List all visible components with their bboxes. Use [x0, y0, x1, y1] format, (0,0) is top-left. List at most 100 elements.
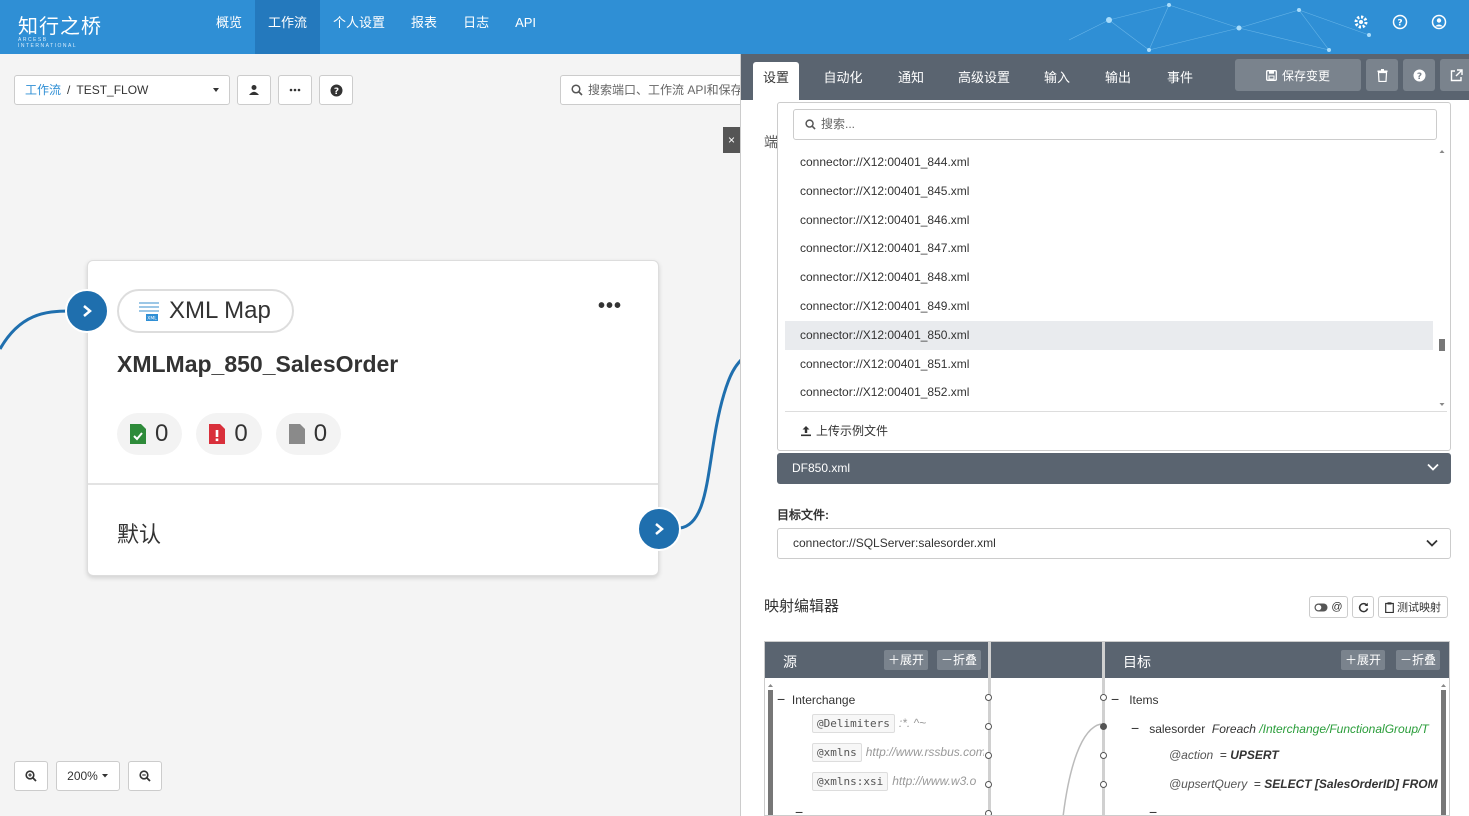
source-collapse-label: 折叠 [953, 653, 978, 667]
logo[interactable]: 知行之桥 ARCESB INTERNATIONAL [18, 10, 108, 49]
clipboard-icon [1385, 601, 1394, 613]
attr-name: @upsertQuery [1169, 777, 1248, 791]
source-node-interchange[interactable]: − Interchange [777, 691, 855, 707]
tab-settings[interactable]: 设置 [753, 62, 799, 100]
zoom-out-icon [139, 770, 151, 782]
dropdown-option[interactable]: connector://X12:00401_846.xml [785, 206, 1433, 235]
target-file-label: 目标文件: [777, 508, 829, 522]
upload-sample-button[interactable]: 上传示例文件 [800, 422, 888, 439]
target-attr-upsertquery[interactable]: @upsertQuery = SELECT [SalesOrderID] FRO… [1169, 777, 1439, 791]
source-expand-button[interactable]: ＋展开 [884, 650, 929, 670]
target-attr-action[interactable]: @action = UPSERT [1169, 748, 1279, 762]
help-icon[interactable]: ? [1392, 14, 1408, 30]
source-expand-label: 展开 [900, 653, 925, 667]
refresh-icon [1358, 602, 1368, 612]
target-connector-dot[interactable] [1100, 752, 1107, 759]
attribute-toggle-label: @ [1331, 601, 1343, 613]
node-divider [88, 483, 658, 485]
dropdown-search-input[interactable]: 搜索... [793, 109, 1437, 140]
nav-item-api[interactable]: API [502, 0, 549, 54]
dropdown-option[interactable]: connector://X12:00401_852.xml [785, 378, 1433, 407]
nav-item-reports[interactable]: 报表 [398, 0, 450, 54]
tab-events[interactable]: 事件 [1157, 62, 1203, 100]
target-collapse-button[interactable]: －折叠 [1396, 650, 1441, 670]
tab-input[interactable]: 输入 [1034, 62, 1080, 100]
tab-output[interactable]: 输出 [1095, 62, 1141, 100]
help-button-panel[interactable]: ? [1403, 59, 1435, 91]
error-count[interactable]: 0 [196, 413, 262, 455]
chevron-down-icon [1427, 463, 1439, 471]
source-attr-delimiters[interactable]: @Delimiters:*. ^~ [812, 714, 926, 733]
source-node-collapsed[interactable]: − [795, 804, 803, 815]
dropdown-option[interactable]: connector://X12:00401_851.xml [785, 350, 1433, 379]
target-node-collapsed[interactable]: − [1149, 804, 1157, 815]
refresh-button[interactable] [1352, 596, 1374, 618]
dropdown-option[interactable]: connector://X12:00401_849.xml [785, 292, 1433, 321]
target-node-items[interactable]: − Items [1111, 691, 1159, 707]
target-connector-dot[interactable] [1100, 723, 1107, 730]
nav-item-workflow[interactable]: 工作流 [255, 0, 321, 54]
target-file-select[interactable]: connector://SQLServer:salesorder.xml [777, 528, 1451, 559]
dropdown-scrollbar[interactable] [1437, 147, 1447, 409]
nav-item-profile[interactable]: 个人设置 [320, 0, 398, 54]
target-scrollbar[interactable] [1440, 682, 1447, 816]
source-scrollbar[interactable] [767, 682, 774, 816]
target-file-value: connector://SQLServer:salesorder.xml [793, 536, 996, 550]
dropdown-option[interactable]: connector://X12:00401_845.xml [785, 177, 1433, 206]
attr-value: SELECT [SalesOrderID] FROM [1264, 777, 1438, 791]
pending-count[interactable]: 0 [275, 413, 342, 455]
success-count[interactable]: 0 [117, 413, 183, 455]
test-mapping-button[interactable]: 测试映射 [1378, 596, 1448, 618]
zoom-out-button[interactable] [128, 761, 162, 791]
tab-automation[interactable]: 自动化 [817, 62, 869, 100]
source-attr-xmlns-xsi[interactable]: @xmlns:xsi http://www.w3.o [812, 772, 984, 791]
zoom-level-select[interactable]: 200% [56, 761, 120, 791]
chevron-right-icon [655, 523, 664, 535]
xml-map-node[interactable]: XML XML Map ••• XMLMap_850_SalesOrder 0 … [87, 260, 659, 576]
tab-notifications[interactable]: 通知 [888, 62, 934, 100]
dropdown-divider [785, 411, 1447, 412]
nav-item-logs[interactable]: 日志 [450, 0, 502, 54]
zoom-level-value: 200% [67, 769, 98, 783]
test-mapping-label: 测试映射 [1397, 602, 1441, 614]
open-external-button[interactable] [1440, 59, 1469, 91]
dropdown-option[interactable]: connector://X12:00401_847.xml [785, 234, 1433, 263]
save-changes-button[interactable]: 保存变更 [1235, 59, 1361, 91]
source-attr-xmlns[interactable]: @xmlns http://www.rssbus.com [812, 743, 984, 762]
attribute-toggle-button[interactable]: @ [1309, 596, 1348, 618]
dropdown-option-selected[interactable]: connector://X12:00401_850.xml [785, 320, 1433, 350]
target-connector-dot[interactable] [1100, 781, 1107, 788]
dropdown-option[interactable]: connector://X12:00401_844.xml [785, 148, 1433, 177]
source-collapse-button[interactable]: －折叠 [937, 650, 982, 670]
upload-icon [801, 425, 811, 436]
tab-advanced[interactable]: 高级设置 [951, 62, 1017, 100]
source-file-select[interactable]: DF850.xml [777, 453, 1451, 484]
error-count-value: 0 [234, 420, 248, 447]
dropdown-option[interactable]: connector://X12:00401_848.xml [785, 263, 1433, 292]
zoom-in-button[interactable] [14, 761, 48, 791]
source-header: 源 ＋展开 －折叠 [765, 642, 988, 678]
save-changes-label: 保存变更 [1281, 68, 1330, 83]
top-navbar: 知行之桥 ARCESB INTERNATIONAL 概览 工作流 个人设置 报表… [0, 0, 1469, 54]
nav-right-icons: ? [1353, 14, 1447, 30]
input-port[interactable] [65, 289, 109, 333]
nav-item-overview[interactable]: 概览 [203, 0, 255, 54]
attr-name: @xmlns [812, 743, 862, 762]
target-node-salesorder[interactable]: − salesorder Foreach /Interchange/Functi… [1131, 720, 1437, 736]
target-connector-dot[interactable] [1100, 694, 1107, 701]
output-port[interactable] [637, 507, 681, 551]
dropdown-search-placeholder: 搜索... [821, 117, 856, 131]
target-title: 目标 [1123, 654, 1151, 670]
workflow-canvas[interactable]: 工作流 / TEST_FLOW ? 搜索端口、工作流 API和保存 × XML XM… [0, 54, 750, 816]
source-file-dropdown: 搜索... connector://X12:00401_844.xml conn… [777, 102, 1451, 451]
mapping-editor-title: 映射编辑器 [764, 598, 840, 615]
node-counts: 0 0 0 [117, 413, 342, 455]
target-expand-button[interactable]: ＋展开 [1341, 650, 1386, 670]
delete-button[interactable] [1366, 59, 1398, 91]
node-menu-button[interactable]: ••• [598, 296, 622, 316]
gear-icon[interactable] [1353, 14, 1369, 30]
node-type-badge: XML XML Map [117, 289, 294, 333]
user-icon[interactable] [1431, 14, 1447, 30]
network-graphic [1069, 3, 1371, 52]
mapping-curve [1062, 723, 1102, 815]
